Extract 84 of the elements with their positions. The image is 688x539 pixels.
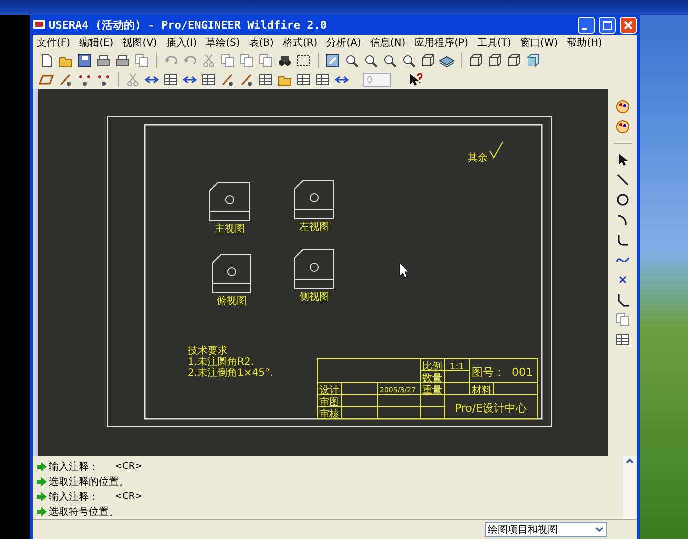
- message-text: 输入注释：: [49, 490, 99, 504]
- table-icon[interactable]: [201, 72, 217, 88]
- menu-item[interactable]: 表(B): [249, 36, 274, 50]
- roughness-symbol: [490, 142, 504, 160]
- help-cursor-icon[interactable]: [408, 72, 424, 88]
- table-cell: 设计: [320, 386, 340, 396]
- print-icon[interactable]: [115, 52, 131, 68]
- table-cell: Pro/E设计中心: [454, 402, 528, 415]
- table-cell: 审图: [320, 398, 340, 408]
- sketch-icon[interactable]: [325, 52, 341, 68]
- table-cell: 审核: [320, 410, 340, 420]
- shaded-cube-icon[interactable]: [525, 52, 541, 68]
- table-cell: 比例: [422, 362, 442, 372]
- minimize-button[interactable]: [578, 16, 595, 34]
- palette-icon[interactable]: [614, 99, 630, 115]
- table-icon[interactable]: [315, 72, 331, 88]
- menu-item[interactable]: 插入(I): [166, 36, 198, 50]
- filter-dropdown[interactable]: 绘图项目和视图: [485, 522, 607, 537]
- zoom-in-icon[interactable]: [363, 52, 379, 68]
- view-label: 侧视图: [300, 292, 330, 303]
- table-cell: 001: [512, 366, 533, 379]
- menu-item[interactable]: 窗口(W): [520, 36, 558, 50]
- palette-icon[interactable]: [614, 119, 630, 135]
- close-icon: [624, 20, 633, 30]
- message-text: 输入注释：: [49, 460, 99, 474]
- table-cell: 材料: [472, 386, 492, 396]
- table-icon[interactable]: [258, 72, 274, 88]
- technical-note: 2.未注倒角1×45°.: [188, 368, 274, 379]
- message-text: 选取符号位置。: [49, 506, 119, 519]
- menu-item[interactable]: 信息(N): [370, 36, 406, 50]
- menu-item[interactable]: 应用程序(P): [414, 36, 468, 50]
- select-box-icon[interactable]: [296, 52, 312, 68]
- part-view-drawing: [294, 180, 334, 220]
- menu-item[interactable]: 视图(V): [122, 36, 158, 50]
- message-text: 选取注释的位置。: [49, 476, 129, 489]
- mouse-pointer-icon: [400, 262, 410, 278]
- table-cell: 重量: [422, 386, 442, 396]
- view-label: 左视图: [300, 222, 330, 233]
- print-icon[interactable]: [96, 52, 112, 68]
- menu-item[interactable]: 工具(T): [478, 36, 512, 50]
- wireframe-cube-icon[interactable]: [487, 52, 503, 68]
- technical-note: 1.未注圆角R2.: [188, 357, 254, 368]
- cube-icon[interactable]: [420, 52, 436, 68]
- table-cell: 图号：: [472, 366, 505, 379]
- view-label: 主视图: [215, 224, 245, 235]
- maximize-button[interactable]: [599, 16, 616, 34]
- menu-item[interactable]: 草绘(S): [206, 36, 240, 50]
- zoom-icon[interactable]: [344, 52, 360, 68]
- menu-item[interactable]: 编辑(E): [80, 36, 114, 50]
- close-button[interactable]: [620, 16, 637, 34]
- menu-item[interactable]: 文件(F): [37, 36, 71, 50]
- circle-icon[interactable]: [614, 192, 630, 208]
- save-icon[interactable]: [77, 52, 93, 68]
- surface-note: 其余: [468, 153, 488, 164]
- line-tool-icon[interactable]: [58, 72, 74, 88]
- zoom-icon[interactable]: [401, 52, 417, 68]
- table-cell: 1:1: [450, 362, 464, 372]
- table-cell: 数量: [422, 374, 442, 384]
- caret-icon: [595, 525, 604, 534]
- part-view-drawing: [294, 250, 334, 290]
- app-icon: [33, 19, 45, 31]
- message-hint: <CR>: [115, 462, 143, 472]
- view-label: 俯视图: [217, 296, 247, 307]
- menu-item[interactable]: 分析(A): [326, 36, 362, 50]
- part-view-drawing: [212, 254, 252, 294]
- maximize-icon: [603, 20, 612, 30]
- table-icon[interactable]: [614, 332, 630, 348]
- minimize-icon: [582, 28, 587, 30]
- line-icon[interactable]: [614, 172, 630, 188]
- menu-item[interactable]: 格式(R): [282, 36, 318, 50]
- table-icon[interactable]: [296, 72, 312, 88]
- wireframe-cube-icon[interactable]: [506, 52, 522, 68]
- menu-item[interactable]: 帮助(H): [567, 36, 602, 50]
- table-icon[interactable]: [163, 72, 179, 88]
- wireframe-cube-icon[interactable]: [468, 52, 484, 68]
- line-tool-icon[interactable]: [220, 72, 236, 88]
- scrollbar[interactable]: [623, 456, 637, 519]
- technical-note: 技术要求: [188, 346, 228, 357]
- scroll-up-icon[interactable]: [625, 456, 635, 466]
- part-view-drawing: [210, 182, 250, 222]
- message-hint: <CR>: [115, 492, 143, 502]
- zoom-out-icon[interactable]: [382, 52, 398, 68]
- window-title: USERA4 (活动的) - Pro/ENGINEER Wildfire 2.0: [49, 18, 328, 32]
- line-tool-icon[interactable]: [239, 72, 255, 88]
